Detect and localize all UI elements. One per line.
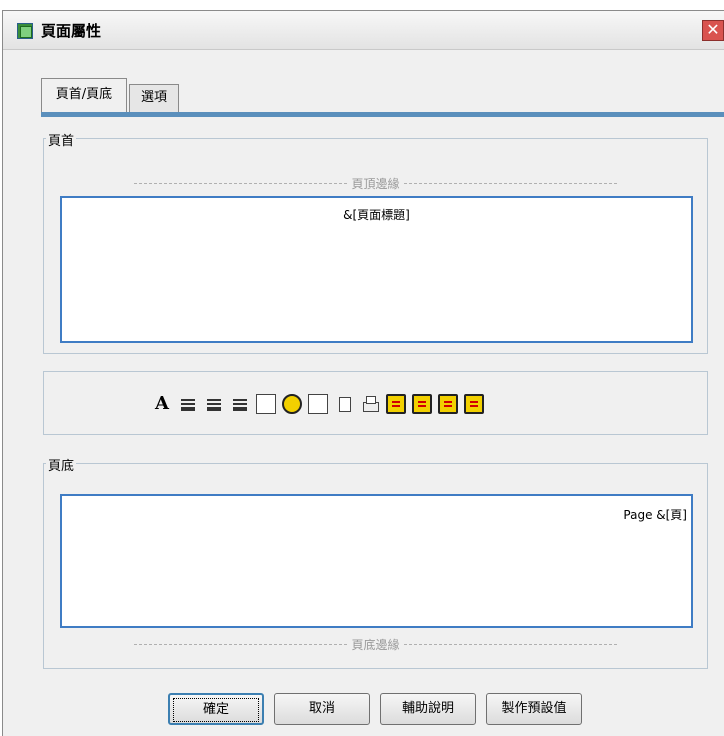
footer-group-label: 頁底 [46, 455, 77, 474]
help-button[interactable]: 輔助說明 [380, 693, 476, 725]
tab-header-footer[interactable]: 頁首/頁底 [41, 78, 127, 112]
title-bar: 頁面屬性 ✕ [3, 11, 724, 50]
insert-icon-3[interactable] [438, 394, 458, 414]
header-group: 頁首 頁頂邊緣 &[頁面標題] [43, 130, 708, 354]
date-icon[interactable] [256, 394, 276, 414]
header-textbox[interactable]: &[頁面標題] [60, 196, 693, 343]
insert-icon-4[interactable] [464, 394, 484, 414]
page-properties-dialog: 頁面屬性 ✕ 頁首/頁底 選項 頁首 頁頂邊緣 &[頁面標題] A 頁底 Pag… [2, 10, 724, 736]
align-center-icon[interactable] [204, 394, 224, 414]
page-number-icon[interactable] [308, 394, 328, 414]
top-margin-label: 頁頂邊緣 [347, 175, 404, 192]
footer-group: 頁底 Page &[頁] 頁底邊緣 [43, 455, 708, 669]
header-content: &[頁面標題] [343, 208, 410, 222]
window-title: 頁面屬性 [41, 22, 102, 40]
dialog-buttons: 確定 取消 輔助說明 製作預設值 [168, 693, 582, 725]
make-default-button[interactable]: 製作預設值 [486, 693, 582, 725]
ok-button[interactable]: 確定 [168, 693, 264, 725]
tab-underline [41, 112, 724, 117]
align-right-icon[interactable] [230, 394, 250, 414]
cancel-button[interactable]: 取消 [274, 693, 370, 725]
tab-options[interactable]: 選項 [129, 84, 179, 112]
close-button[interactable]: ✕ [702, 20, 724, 41]
footer-textbox[interactable]: Page &[頁] [60, 494, 693, 628]
bottom-margin-label: 頁底邊緣 [347, 636, 404, 653]
ok-button-label: 確定 [173, 698, 259, 722]
insert-icon-2[interactable] [412, 394, 432, 414]
bottom-margin-line: 頁底邊緣 [134, 636, 617, 653]
footer-content: Page &[頁] [623, 508, 687, 522]
time-icon[interactable] [282, 394, 302, 414]
file-icon[interactable] [334, 394, 354, 414]
top-margin-line: 頁頂邊緣 [134, 175, 617, 192]
printer-icon[interactable] [360, 394, 380, 414]
font-icon[interactable]: A [152, 394, 172, 414]
header-group-label: 頁首 [46, 130, 77, 149]
formatting-toolbar: A [43, 371, 708, 435]
insert-icon-1[interactable] [386, 394, 406, 414]
app-icon [17, 23, 33, 39]
align-left-icon[interactable] [178, 394, 198, 414]
